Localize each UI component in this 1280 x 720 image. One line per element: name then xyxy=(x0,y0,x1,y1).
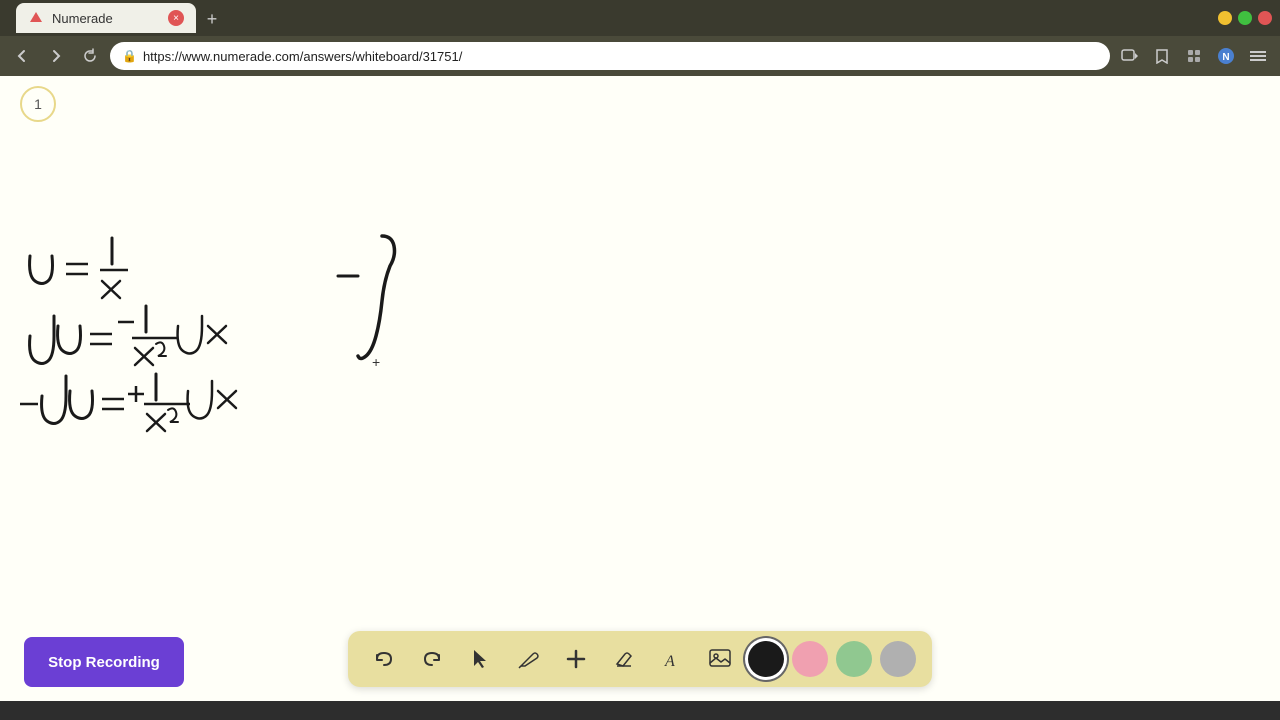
menu-icon[interactable] xyxy=(1244,42,1272,70)
back-button[interactable] xyxy=(8,42,36,70)
extensions-icon[interactable] xyxy=(1180,42,1208,70)
add-element-button[interactable] xyxy=(556,639,596,679)
new-tab-button[interactable]: + xyxy=(198,5,226,33)
address-text: https://www.numerade.com/answers/whitebo… xyxy=(143,49,1098,64)
tab-favicon xyxy=(28,10,44,26)
active-tab[interactable]: Numerade × xyxy=(16,3,196,33)
window-minimize-button[interactable] xyxy=(1218,11,1232,25)
integral-content xyxy=(330,226,430,386)
select-tool-button[interactable] xyxy=(460,639,500,679)
tab-close-button[interactable]: × xyxy=(168,10,184,26)
page-number-indicator: 1 xyxy=(20,86,56,122)
drawing-toolbar: A xyxy=(348,631,932,687)
color-green[interactable] xyxy=(836,641,872,677)
stop-recording-button[interactable]: Stop Recording xyxy=(24,637,184,687)
color-pink[interactable] xyxy=(792,641,828,677)
window-maximize-button[interactable] xyxy=(1238,11,1252,25)
pen-tool-button[interactable] xyxy=(508,639,548,679)
text-tool-button[interactable]: A xyxy=(652,639,692,679)
svg-text:N: N xyxy=(1222,52,1229,63)
forward-button[interactable] xyxy=(42,42,70,70)
undo-button[interactable] xyxy=(364,639,404,679)
profile-icon[interactable]: N xyxy=(1212,42,1240,70)
screen-record-icon xyxy=(1116,42,1144,70)
address-bar[interactable]: 🔒 https://www.numerade.com/answers/white… xyxy=(110,42,1110,70)
refresh-button[interactable] xyxy=(76,42,104,70)
redo-button[interactable] xyxy=(412,639,452,679)
window-close-button[interactable] xyxy=(1258,11,1272,25)
svg-text:A: A xyxy=(664,653,675,670)
eraser-tool-button[interactable] xyxy=(604,639,644,679)
color-gray[interactable] xyxy=(880,641,916,677)
image-tool-button[interactable] xyxy=(700,639,740,679)
whiteboard-canvas[interactable]: 1 xyxy=(0,76,1280,701)
address-lock-icon: 🔒 xyxy=(122,49,137,63)
bookmark-icon[interactable] xyxy=(1148,42,1176,70)
color-black[interactable] xyxy=(748,641,784,677)
tab-title: Numerade xyxy=(52,11,160,26)
